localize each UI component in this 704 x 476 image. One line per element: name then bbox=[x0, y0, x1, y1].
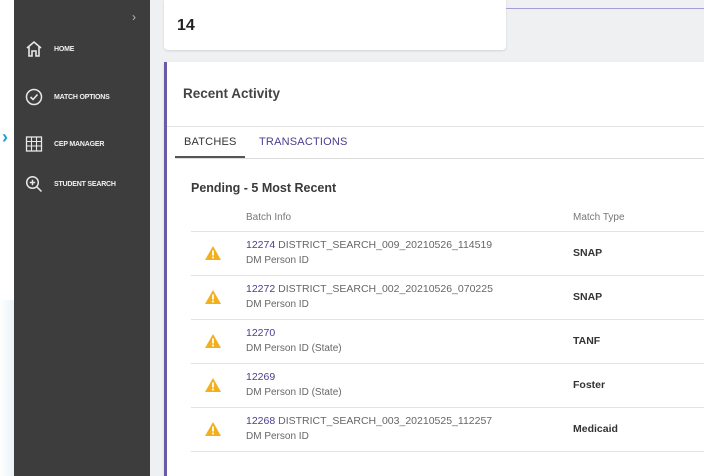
sidebar-item-cep-manager[interactable]: CEP MANAGER bbox=[14, 131, 150, 157]
sidebar-item-label: STUDENT SEARCH bbox=[54, 180, 116, 188]
sidebar-item-match-options[interactable]: MATCH OPTIONS bbox=[14, 84, 150, 110]
batch-name: DISTRICT_SEARCH_002_20210526_070225 bbox=[275, 283, 493, 295]
warning-icon bbox=[205, 422, 221, 436]
home-icon bbox=[20, 40, 48, 58]
tab-batches[interactable]: BATCHES bbox=[184, 136, 237, 148]
collapse-chevron-icon[interactable]: › bbox=[132, 10, 136, 24]
batch-info: 12272 DISTRICT_SEARCH_002_20210526_07022… bbox=[246, 283, 493, 295]
batch-id-link[interactable]: 12270 bbox=[246, 327, 275, 339]
batch-subtext: DM Person ID bbox=[246, 299, 309, 310]
panel-title: Recent Activity bbox=[183, 86, 281, 101]
batch-info: 12274 DISTRICT_SEARCH_009_20210526_11451… bbox=[246, 239, 492, 251]
warning-icon bbox=[205, 246, 221, 260]
left-edge-panel: › bbox=[0, 0, 14, 476]
batch-info: 12269 bbox=[246, 371, 275, 383]
table-row: 12269 DM Person ID (State) Foster bbox=[191, 364, 704, 408]
batch-name: DISTRICT_SEARCH_009_20210526_114519 bbox=[275, 239, 493, 251]
match-type: TANF bbox=[573, 335, 601, 347]
table-row: 12270 DM Person ID (State) TANF bbox=[191, 320, 704, 364]
left-edge-gradient bbox=[0, 300, 14, 476]
batch-id-link[interactable]: 12268 bbox=[246, 415, 275, 427]
check-circle-icon bbox=[20, 88, 48, 106]
batch-subtext: DM Person ID (State) bbox=[246, 387, 342, 398]
stat-card: 14 bbox=[164, 0, 506, 50]
column-header-batch-info: Batch Info bbox=[246, 212, 292, 223]
sidebar-item-label: HOME bbox=[54, 45, 75, 53]
batch-id-link[interactable]: 12272 bbox=[246, 283, 275, 295]
batch-subtext: DM Person ID bbox=[246, 431, 309, 442]
table-row: 12268 DISTRICT_SEARCH_003_20210525_11225… bbox=[191, 408, 704, 452]
divider bbox=[506, 8, 704, 9]
stat-value: 14 bbox=[177, 17, 195, 34]
batch-info: 12270 bbox=[246, 327, 275, 339]
column-header-match-type: Match Type bbox=[573, 212, 625, 223]
match-type: Foster bbox=[573, 379, 606, 391]
sidebar: › HOME MATCH OPTIONS CEP MANAGER STUDENT… bbox=[14, 0, 150, 476]
warning-icon bbox=[205, 378, 221, 392]
batch-subtext: DM Person ID (State) bbox=[246, 343, 342, 354]
main-content: 14 Recent Activity BATCHES TRANSACTIONS … bbox=[150, 0, 704, 476]
grid-icon bbox=[20, 135, 48, 153]
zoom-in-icon bbox=[20, 175, 48, 193]
sidebar-item-home[interactable]: HOME bbox=[14, 36, 150, 62]
sidebar-item-label: CEP MANAGER bbox=[54, 140, 105, 148]
batch-subtext: DM Person ID bbox=[246, 255, 309, 266]
divider bbox=[175, 158, 704, 159]
sidebar-item-label: MATCH OPTIONS bbox=[54, 93, 110, 101]
sidebar-item-student-search[interactable]: STUDENT SEARCH bbox=[14, 171, 150, 197]
tab-transactions[interactable]: TRANSACTIONS bbox=[259, 136, 348, 148]
section-title: Pending - 5 Most Recent bbox=[191, 181, 337, 195]
warning-icon bbox=[205, 334, 221, 348]
batch-id-link[interactable]: 12274 bbox=[246, 239, 275, 251]
chevron-right-icon: › bbox=[2, 127, 8, 147]
table-row: 12272 DISTRICT_SEARCH_002_20210526_07022… bbox=[191, 276, 704, 320]
match-type: Medicaid bbox=[573, 423, 618, 435]
match-type: SNAP bbox=[573, 291, 603, 303]
table-row: 12274 DISTRICT_SEARCH_009_20210526_11451… bbox=[191, 232, 704, 276]
recent-activity-panel: Recent Activity BATCHES TRANSACTIONS Pen… bbox=[164, 62, 704, 476]
warning-icon bbox=[205, 290, 221, 304]
match-type: SNAP bbox=[573, 247, 603, 259]
batch-id-link[interactable]: 12269 bbox=[246, 371, 275, 383]
batch-info: 12268 DISTRICT_SEARCH_003_20210525_11225… bbox=[246, 415, 492, 427]
batch-name: DISTRICT_SEARCH_003_20210525_112257 bbox=[275, 415, 493, 427]
divider bbox=[167, 126, 704, 127]
